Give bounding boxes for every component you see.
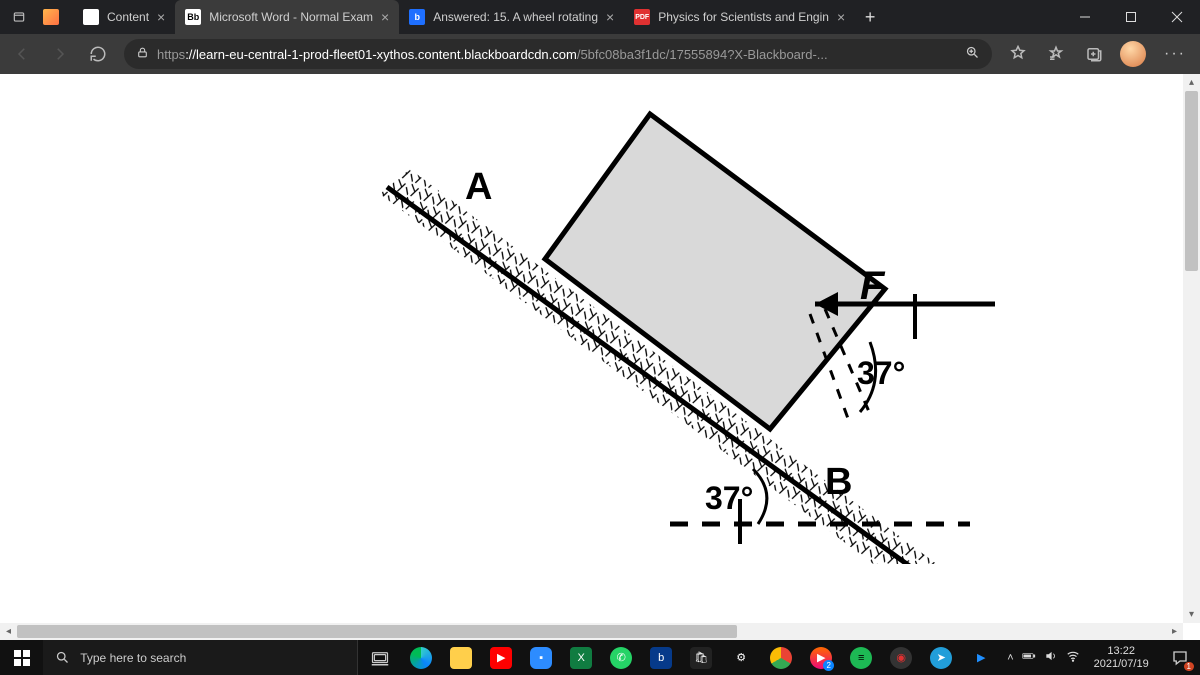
horizontal-scrollbar[interactable]: ◂ ▸ <box>0 623 1183 640</box>
window-close[interactable] <box>1154 0 1200 34</box>
app-edge[interactable] <box>401 640 441 675</box>
tab-actions-button[interactable] <box>0 0 38 34</box>
start-button[interactable] <box>0 640 43 675</box>
angle-incline: 37° <box>705 480 753 516</box>
scroll-down-arrow[interactable]: ▾ <box>1183 606 1200 623</box>
date-text: 2021/07/19 <box>1094 658 1149 671</box>
tab-label: Content <box>107 10 149 24</box>
task-view-button[interactable] <box>358 640 401 675</box>
tab-word-exam[interactable]: Bb Microsoft Word - Normal Exam × <box>175 0 399 34</box>
time-text: 13:22 <box>1094 645 1149 658</box>
profile-avatar[interactable] <box>1120 41 1146 67</box>
label-F: F <box>860 264 886 308</box>
scroll-up-arrow[interactable]: ▴ <box>1183 74 1200 91</box>
close-icon[interactable]: × <box>606 10 614 24</box>
physics-diagram: A F 37° B 37° <box>370 94 1010 564</box>
taskbar-apps: ▶ ▪ X ✆ b 🛍 ⚙ ▶2 ≡ ◉ ➤ ▶ <box>401 640 1001 675</box>
more-menu[interactable]: ··· <box>1154 45 1196 63</box>
notification-badge: 1 <box>1184 662 1194 671</box>
favorites-button[interactable] <box>1038 38 1074 70</box>
scroll-right-arrow[interactable]: ▸ <box>1166 623 1183 640</box>
angle-F: 37° <box>857 355 905 391</box>
url-text: https://learn-eu-central-1-prod-fleet01-… <box>157 47 957 62</box>
app-bartleby[interactable]: b <box>641 640 681 675</box>
scroll-track[interactable] <box>1183 91 1200 606</box>
tab-label: Physics for Scientists and Engin <box>658 10 829 24</box>
lock-icon <box>136 46 149 62</box>
app-telegram[interactable]: ➤ <box>921 640 961 675</box>
wifi-icon[interactable] <box>1066 649 1080 666</box>
close-icon[interactable]: × <box>157 10 165 24</box>
app-media[interactable]: ▶ <box>961 640 1001 675</box>
nav-back[interactable] <box>4 38 40 70</box>
label-A: A <box>465 166 492 208</box>
volume-icon[interactable] <box>1044 649 1058 666</box>
scroll-thumb[interactable] <box>17 625 737 638</box>
search-placeholder: Type here to search <box>80 651 186 665</box>
new-tab-button[interactable]: + <box>855 0 885 34</box>
tab-content[interactable]: Content × <box>73 0 175 34</box>
favicon-bb: Bb <box>185 9 201 25</box>
close-icon[interactable]: × <box>837 10 845 24</box>
tab-physics-pdf[interactable]: PDF Physics for Scientists and Engin × <box>624 0 855 34</box>
tab-answered[interactable]: b Answered: 15. A wheel rotating × <box>399 0 624 34</box>
vertical-scrollbar[interactable]: ▴ ▾ <box>1183 74 1200 623</box>
tray-expand[interactable]: ˄ <box>1007 652 1013 664</box>
nav-forward[interactable] <box>42 38 78 70</box>
action-center[interactable]: 1 <box>1161 640 1200 675</box>
favicon-bartleby: b <box>409 9 425 25</box>
collections-button[interactable] <box>1076 38 1112 70</box>
app-zoom[interactable]: ▪ <box>521 640 561 675</box>
scroll-track[interactable] <box>17 623 1166 640</box>
app-settings[interactable]: ⚙ <box>721 640 761 675</box>
app-youtube[interactable]: ▶ <box>481 640 521 675</box>
app-whatsapp[interactable]: ✆ <box>601 640 641 675</box>
scroll-left-arrow[interactable]: ◂ <box>0 623 17 640</box>
close-icon[interactable]: × <box>381 10 389 24</box>
app-camera[interactable]: ◉ <box>881 640 921 675</box>
app-ms-store[interactable]: 🛍 <box>681 640 721 675</box>
favicon-pdf: PDF <box>634 9 650 25</box>
zoom-icon[interactable] <box>965 45 980 63</box>
tab-label: Answered: 15. A wheel rotating <box>433 10 598 24</box>
workspace-indicator[interactable] <box>43 0 73 34</box>
tab-strip: Content × Bb Microsoft Word - Normal Exa… <box>73 0 1062 34</box>
search-icon <box>55 650 70 665</box>
app-groove[interactable]: ▶2 <box>801 640 841 675</box>
battery-icon[interactable] <box>1022 649 1036 666</box>
scroll-thumb[interactable] <box>1185 91 1198 271</box>
clock[interactable]: 13:22 2021/07/19 <box>1088 645 1155 670</box>
window-maximize[interactable] <box>1108 0 1154 34</box>
address-bar[interactable]: https://learn-eu-central-1-prod-fleet01-… <box>124 39 992 69</box>
app-chrome[interactable] <box>761 640 801 675</box>
nav-refresh[interactable] <box>80 38 116 70</box>
app-excel[interactable]: X <box>561 640 601 675</box>
shopping-button[interactable] <box>1000 38 1036 70</box>
app-spotify[interactable]: ≡ <box>841 640 881 675</box>
label-B: B <box>825 461 852 503</box>
page-content: A F 37° B 37° <box>0 74 1183 623</box>
taskbar-search[interactable]: Type here to search <box>43 640 358 675</box>
tab-label: Microsoft Word - Normal Exam <box>209 10 373 24</box>
system-tray[interactable]: ˄ 13:22 2021/07/19 <box>1001 645 1161 670</box>
app-file-explorer[interactable] <box>441 640 481 675</box>
window-minimize[interactable] <box>1062 0 1108 34</box>
